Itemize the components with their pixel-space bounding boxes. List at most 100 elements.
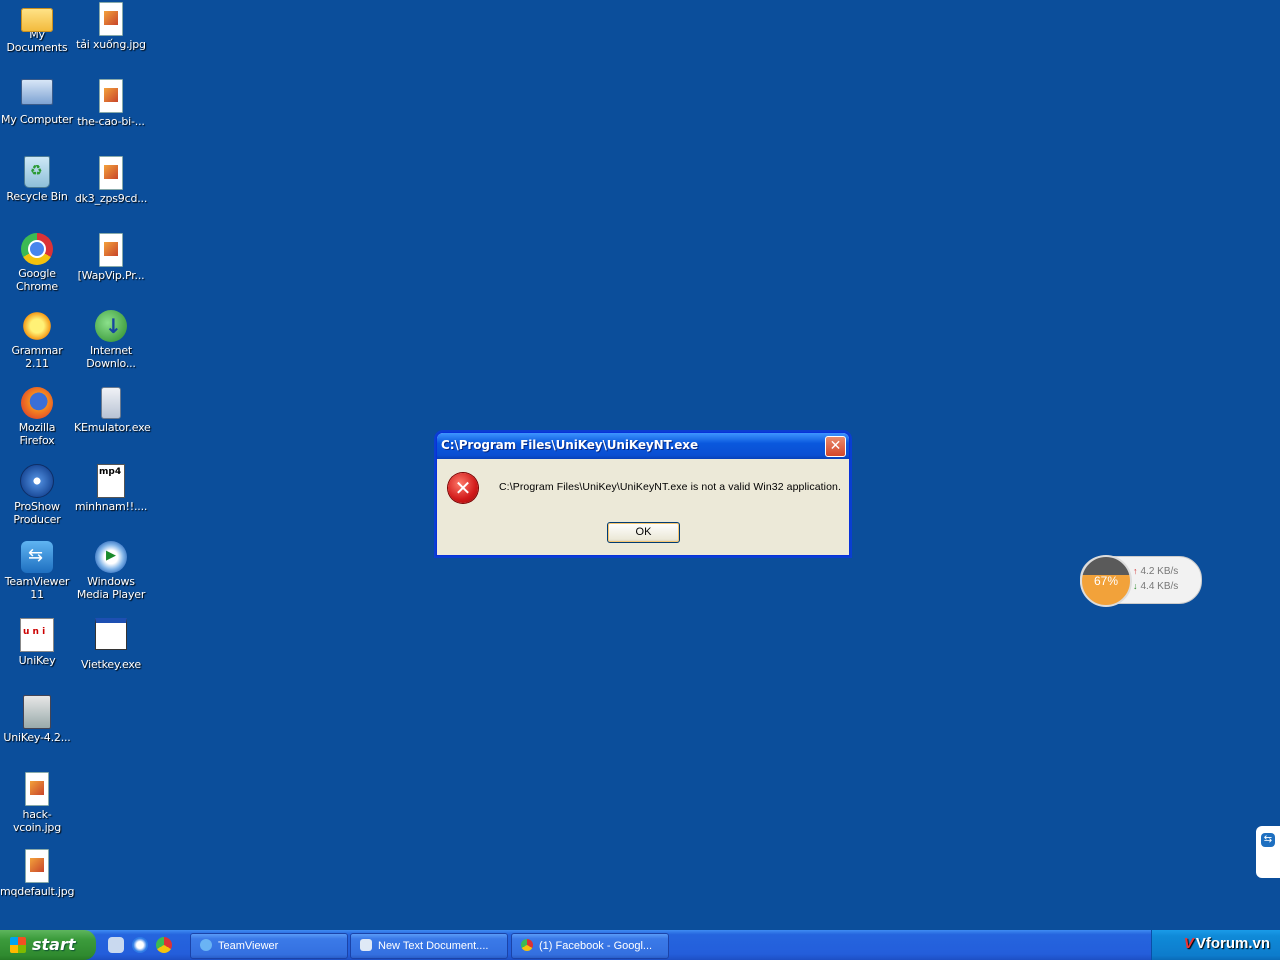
- desktop-icon-kemulator[interactable]: KEmulator.exe: [74, 387, 151, 434]
- taskbar-item-label: New Text Document....: [378, 940, 489, 952]
- download-speed: ↓ 4.4 KB/s: [1133, 581, 1178, 592]
- error-dialog: C:\Program Files\UniKey\UniKeyNT.exe ✕ ✕…: [436, 432, 850, 556]
- recycle-bin-icon: [24, 156, 50, 188]
- icon-label: the-cao-bi-...: [77, 115, 145, 128]
- setup-icon: [23, 695, 51, 729]
- desktop-icon-unikey[interactable]: UniKey: [0, 618, 74, 667]
- icon-label: Windows Media Player: [76, 575, 146, 601]
- ok-button[interactable]: OK: [607, 522, 680, 543]
- image-file-icon: [99, 2, 123, 36]
- windows-flag-icon: [10, 937, 26, 953]
- icon-label: [WapVip.Pr...: [77, 269, 145, 282]
- icon-label: Vietkey.exe: [81, 658, 141, 671]
- vforum-watermark: V Vforum.vn: [1184, 935, 1270, 952]
- taskbar-item-notepad[interactable]: New Text Document....: [350, 933, 508, 959]
- chrome-icon[interactable]: [156, 937, 172, 953]
- desktop-icon-hack-vcoin[interactable]: hack-vcoin.jpg: [0, 772, 74, 834]
- icon-label: minhnam!!....: [74, 500, 148, 513]
- desktop-icon-teamviewer[interactable]: TeamViewer 11: [0, 541, 74, 601]
- upload-arrow-icon: ↑: [1133, 566, 1138, 576]
- icon-label: dk3_zps9cd...: [74, 192, 148, 205]
- upload-speed: ↑ 4.2 KB/s: [1133, 566, 1178, 577]
- unikey-icon: [20, 618, 54, 652]
- system-tray: V Vforum.vn: [1151, 930, 1280, 960]
- firefox-icon: [21, 387, 53, 419]
- teamviewer-icon: [21, 541, 53, 573]
- grammar-sun-icon: [21, 310, 53, 342]
- image-file-icon: [99, 156, 123, 190]
- desktop-icon-vietkey[interactable]: Vietkey.exe: [74, 618, 148, 671]
- show-desktop-icon[interactable]: [108, 937, 124, 953]
- network-monitor-widget[interactable]: 67% ↑ 4.2 KB/s ↓ 4.4 KB/s: [1080, 555, 1202, 607]
- desktop-icon-the-cao[interactable]: the-cao-bi-...: [74, 79, 148, 128]
- taskbar: start TeamViewer New Text Document.... (…: [0, 930, 1280, 960]
- desktop-icon-grammar[interactable]: Grammar 2.11: [0, 310, 74, 370]
- teamviewer-side-tab[interactable]: ⇆: [1256, 826, 1280, 878]
- cpu-usage-gauge: 67%: [1080, 555, 1132, 607]
- icon-label: ProShow Producer: [13, 500, 61, 526]
- proshow-icon: [20, 464, 54, 498]
- folder-icon: [21, 8, 53, 32]
- desktop-icon-minhnam[interactable]: minhnam!!....: [74, 464, 148, 513]
- icon-label: UniKey: [18, 654, 56, 667]
- desktop-icon-google-chrome[interactable]: Google Chrome: [0, 233, 74, 293]
- upload-speed-value: 4.2 KB/s: [1140, 566, 1179, 577]
- download-speed-value: 4.4 KB/s: [1140, 581, 1179, 592]
- icon-label: KEmulator.exe: [74, 421, 151, 434]
- desktop-icon-unikey-setup[interactable]: UniKey-4.2...: [0, 695, 74, 744]
- download-arrow-icon: ↓: [1133, 581, 1138, 591]
- desktop-icon-mozilla-firefox[interactable]: Mozilla Firefox: [0, 387, 74, 447]
- icon-label: mqdefault.jpg: [0, 885, 75, 898]
- icon-label: Mozilla Firefox: [18, 421, 56, 447]
- icon-label: UniKey-4.2...: [3, 731, 71, 744]
- icon-label: TeamViewer 11: [4, 575, 70, 601]
- application-window-icon: [95, 618, 127, 650]
- start-button[interactable]: start: [0, 930, 96, 960]
- icon-label: Internet Downlo...: [86, 344, 136, 370]
- icon-label: Google Chrome: [16, 267, 58, 293]
- download-manager-icon: [95, 310, 127, 342]
- error-message: C:\Program Files\UniKey\UniKeyNT.exe is …: [499, 481, 841, 493]
- desktop-icon-internet-download-manager[interactable]: Internet Downlo...: [74, 310, 148, 370]
- teamviewer-icon: ⇆: [1261, 833, 1275, 847]
- taskbar-item-teamviewer[interactable]: TeamViewer: [190, 933, 348, 959]
- image-file-icon: [25, 849, 49, 883]
- desktop-icon-windows-media-player[interactable]: Windows Media Player: [74, 541, 148, 601]
- start-label: start: [32, 935, 76, 954]
- image-file-icon: [25, 772, 49, 806]
- phone-emulator-icon: [101, 387, 121, 419]
- desktop-icon-proshow-producer[interactable]: ProShow Producer: [0, 464, 74, 526]
- icon-label: Recycle Bin: [6, 190, 68, 203]
- desktop-icon-recycle-bin[interactable]: Recycle Bin: [0, 156, 74, 203]
- desktop-icon-wapvip[interactable]: [WapVip.Pr...: [74, 233, 148, 282]
- taskbar-item-label: TeamViewer: [218, 940, 279, 952]
- icon-label: My Computer: [1, 113, 73, 126]
- teamviewer-icon: [200, 939, 212, 951]
- desktop-icon-dk3[interactable]: dk3_zps9cd...: [74, 156, 148, 205]
- icon-label: hack-vcoin.jpg: [12, 808, 62, 834]
- close-button[interactable]: ✕: [825, 436, 846, 457]
- dialog-titlebar[interactable]: C:\Program Files\UniKey\UniKeyNT.exe ✕: [437, 433, 849, 459]
- internet-explorer-icon[interactable]: [132, 937, 148, 953]
- media-player-icon: [95, 541, 127, 573]
- chrome-icon: [21, 233, 53, 265]
- taskbar-item-label: (1) Facebook - Googl...: [539, 940, 653, 952]
- image-file-icon: [99, 79, 123, 113]
- error-icon: ✕: [448, 473, 478, 503]
- watermark-text: Vforum.vn: [1195, 935, 1270, 952]
- chrome-icon: [521, 939, 533, 951]
- desktop-icon-my-documents[interactable]: My Documents: [0, 2, 74, 54]
- video-file-icon: [97, 464, 125, 498]
- desktop-icon-tai-xuong[interactable]: tải xuống.jpg: [74, 2, 148, 51]
- desktop-icon-my-computer[interactable]: My Computer: [0, 79, 74, 126]
- notepad-icon: [360, 939, 372, 951]
- icon-label: tải xuống.jpg: [76, 38, 146, 51]
- desktop-icon-mqdefault[interactable]: mqdefault.jpg: [0, 849, 75, 898]
- close-icon: ✕: [829, 438, 842, 454]
- taskbar-item-chrome[interactable]: (1) Facebook - Googl...: [511, 933, 669, 959]
- computer-icon: [21, 79, 53, 105]
- vforum-logo-icon: V: [1183, 935, 1194, 952]
- dialog-title: C:\Program Files\UniKey\UniKeyNT.exe: [441, 438, 698, 452]
- icon-label: Grammar 2.11: [11, 344, 63, 370]
- archive-file-icon: [99, 233, 123, 267]
